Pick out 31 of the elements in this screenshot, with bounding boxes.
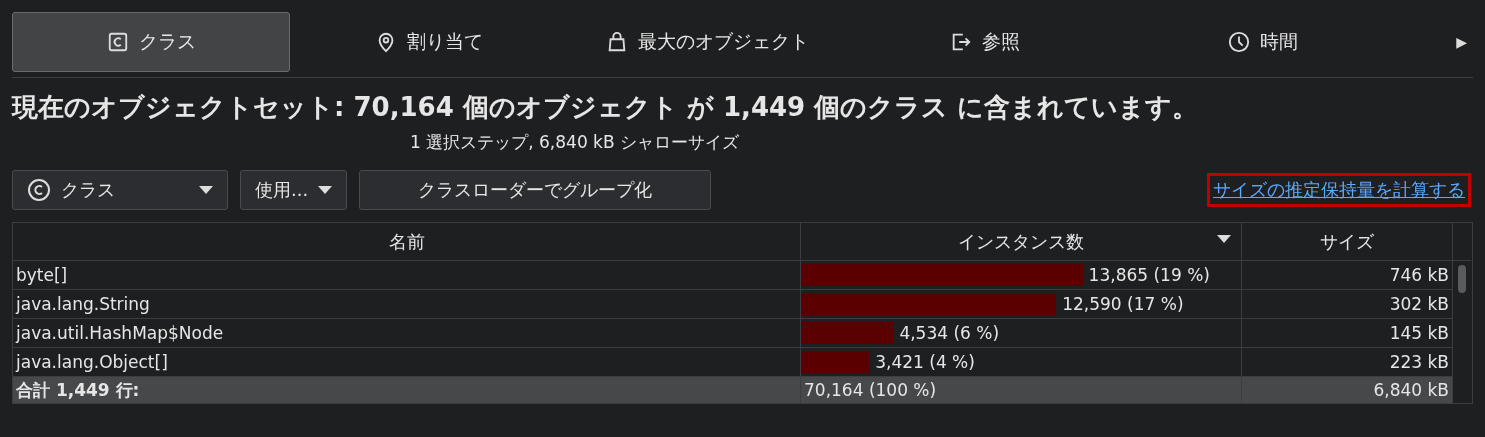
table-cell: byte[] bbox=[13, 261, 801, 290]
summary-title: 現在のオブジェクトセット: 70,164 個のオブジェクト が 1,449 個のクラス に含まれています。 bbox=[12, 91, 1200, 124]
table-cell: 12,590 (17 %) bbox=[1062, 294, 1184, 314]
caret-icon bbox=[199, 186, 213, 194]
copyright-icon bbox=[27, 178, 51, 202]
sort-descending-icon bbox=[1217, 235, 1231, 243]
table-cell: java.lang.String bbox=[13, 290, 801, 319]
calculate-retained-size-link[interactable]: サイズの推定保持量を計算する bbox=[1207, 173, 1471, 207]
column-header[interactable]: インスタンス数 bbox=[801, 223, 1242, 261]
scroll-tabs-button[interactable]: ▶ bbox=[1456, 33, 1473, 50]
total-cell: 合計 1,449 行: bbox=[13, 377, 801, 403]
class-icon bbox=[106, 30, 129, 53]
summary-subtitle: 1 選択ステップ, 6,840 kB シャローサイズ bbox=[410, 131, 740, 154]
tab[interactable]: クラス bbox=[12, 11, 290, 72]
total-cell: 6,840 kB bbox=[1242, 377, 1453, 403]
tab[interactable]: 最大のオブジェクト bbox=[568, 11, 846, 72]
group-by-classloader-button[interactable]: クラスローダーでグループ化 bbox=[359, 170, 712, 210]
column-header[interactable]: 名前 bbox=[13, 223, 801, 261]
tab[interactable]: 時間 bbox=[1124, 11, 1402, 72]
table-cell: java.util.HashMap$Node bbox=[13, 319, 801, 348]
usage-dropdown[interactable]: 使用... bbox=[240, 170, 348, 210]
total-cell: 70,164 (100 %) bbox=[801, 377, 1242, 403]
view-dropdown[interactable]: クラス bbox=[12, 170, 228, 210]
table-cell: 3,421 (4 %) bbox=[875, 352, 975, 372]
column-header[interactable]: サイズ bbox=[1242, 223, 1453, 261]
table-cell: 4,534 (6 %) bbox=[899, 323, 1000, 343]
tab[interactable]: 割り当て bbox=[290, 11, 568, 72]
caret-icon bbox=[318, 186, 333, 194]
table-cell: 13,865 (19 %) bbox=[1088, 265, 1210, 285]
clock-icon bbox=[1228, 30, 1250, 53]
tab[interactable]: 参照 bbox=[846, 11, 1124, 72]
